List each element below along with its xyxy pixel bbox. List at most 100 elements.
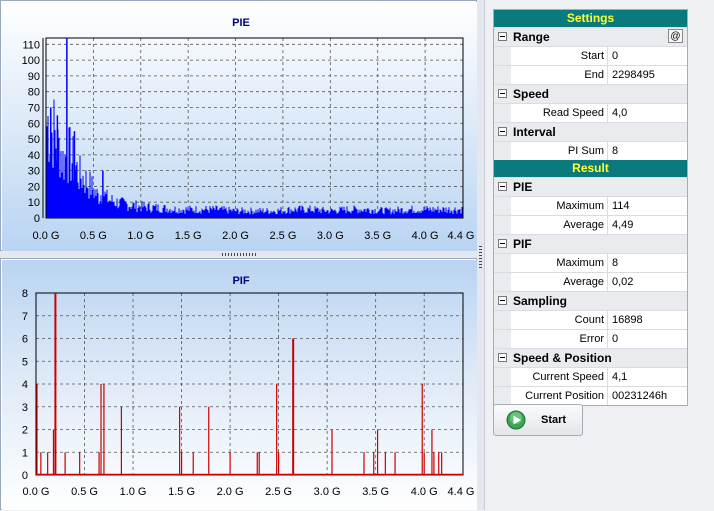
pif-average-value: 0,02	[612, 276, 634, 288]
x-tick-label: 1.0 G	[120, 486, 147, 498]
current-position-label: Current Position	[511, 387, 608, 405]
vertical-splitter[interactable]	[477, 0, 484, 510]
y-tick-label: 0	[34, 213, 40, 225]
count-row: Count 16898	[494, 310, 687, 329]
current-position-row: Current Position 00231246h	[494, 386, 687, 405]
x-tick-label: 2.5 G	[269, 230, 296, 242]
collapse-icon[interactable]	[498, 296, 507, 305]
x-tick-label: 3.5 G	[364, 230, 391, 242]
y-tick-label: 80	[28, 87, 40, 99]
end-label: End	[511, 66, 608, 84]
x-tick-label: 2.5 G	[265, 486, 292, 498]
y-tick-label: 40	[28, 150, 40, 162]
speed-position-label: Speed & Position	[513, 351, 612, 365]
y-tick-label: 4	[22, 379, 28, 391]
x-tick-label: 3.0 G	[317, 230, 344, 242]
range-category[interactable]: Range @	[494, 27, 687, 46]
current-position-value: 00231246h	[612, 390, 668, 402]
pif-chart: PIF 0 1 2 3 4 5 6 7 8 0.0 G 0.5 G 1.0 G 1.5 G 2.0 G 2…	[2, 260, 477, 510]
start-button-label: Start	[541, 414, 567, 426]
read-speed-label: Read Speed	[511, 104, 608, 122]
end-row: End 2298495	[494, 65, 687, 84]
collapse-icon[interactable]	[498, 127, 507, 136]
x-tick-label: 3.0 G	[314, 486, 341, 498]
speed-category[interactable]: Speed	[494, 84, 687, 103]
collapse-icon[interactable]	[498, 32, 507, 41]
y-tick-label: 5	[22, 356, 28, 368]
collapse-icon[interactable]	[498, 182, 507, 191]
y-tick-label: 1	[22, 447, 28, 459]
pi-sum-value[interactable]: 8	[612, 142, 687, 160]
sampling-label: Sampling	[513, 294, 568, 308]
play-icon	[506, 410, 526, 430]
count-value: 16898	[612, 314, 643, 326]
right-panel: Settings Range @ Start 0 End 2298495 Spe…	[484, 0, 714, 510]
error-row: Error 0	[494, 329, 687, 348]
y-tick-label: 2	[22, 425, 28, 437]
y-tick-label: 100	[22, 55, 40, 67]
x-tick-label: 4.4 G	[448, 230, 475, 242]
end-value[interactable]: 2298495	[612, 66, 687, 84]
x-tick-label: 0.0 G	[23, 486, 50, 498]
pif-maximum-label: Maximum	[511, 254, 608, 272]
pie-category[interactable]: PIE	[494, 177, 687, 196]
y-tick-label: 0	[22, 470, 28, 482]
y-tick-label: 70	[28, 102, 40, 114]
pif-average-row: Average 0,02	[494, 272, 687, 291]
result-header: Result	[494, 160, 687, 177]
current-speed-value: 4,1	[612, 371, 628, 383]
splitter-grip-icon	[222, 253, 256, 256]
y-tick-label: 60	[28, 118, 40, 130]
x-tick-label: 2.0 G	[222, 230, 249, 242]
pie-average-row: Average 4,49	[494, 215, 687, 234]
pie-maximum-row: Maximum 114	[494, 196, 687, 215]
pie-chart: PIE 0 10 20 30 40 50 60 70 80 90 100 110 0.0 G 0.5 G…	[2, 2, 477, 251]
x-tick-label: 1.5 G	[175, 230, 202, 242]
y-tick-label: 3	[22, 402, 28, 414]
y-tick-label: 30	[28, 166, 40, 178]
error-label: Error	[511, 330, 608, 348]
y-tick-label: 110	[22, 39, 40, 51]
start-label: Start	[511, 47, 608, 65]
pie-maximum-label: Maximum	[511, 197, 608, 215]
start-value[interactable]: 0	[612, 47, 687, 65]
y-tick-label: 6	[22, 334, 28, 346]
settings-header: Settings	[494, 10, 687, 27]
pif-average-label: Average	[511, 273, 608, 291]
x-tick-label: 0.5 G	[80, 230, 107, 242]
pie-maximum-value: 114	[612, 200, 630, 212]
pif-maximum-value: 8	[612, 257, 619, 269]
collapse-icon[interactable]	[498, 89, 507, 98]
pif-label: PIF	[513, 237, 532, 251]
x-tick-label: 2.0 G	[217, 486, 244, 498]
x-tick-label: 4.0 G	[411, 486, 438, 498]
x-tick-label: 1.5 G	[168, 486, 195, 498]
pif-maximum-row: Maximum 8	[494, 253, 687, 272]
x-tick-label: 1.0 G	[127, 230, 154, 242]
count-label: Count	[511, 311, 608, 329]
speed-position-category[interactable]: Speed & Position	[494, 348, 687, 367]
pi-sum-label: PI Sum	[511, 142, 608, 160]
x-tick-label: 0.5 G	[71, 486, 98, 498]
interval-category[interactable]: Interval	[494, 122, 687, 141]
y-tick-label: 20	[28, 181, 40, 193]
x-tick-label: 3.5 G	[362, 486, 389, 498]
x-tick-label: 4.4 G	[448, 486, 475, 498]
start-button[interactable]: Start	[493, 404, 583, 436]
pif-chart-title: PIF	[232, 275, 249, 287]
pif-chart-pane: PIF 0 1 2 3 4 5 6 7 8 0.0 G 0.5 G 1.0 G 1.5 G 2.0 G 2…	[0, 258, 477, 510]
horizontal-splitter[interactable]	[0, 251, 477, 258]
start-row: Start 0	[494, 46, 687, 65]
collapse-icon[interactable]	[498, 353, 507, 362]
error-value: 0	[612, 333, 619, 345]
y-tick-label: 10	[28, 197, 40, 209]
pie-label: PIE	[513, 180, 533, 194]
sampling-category[interactable]: Sampling	[494, 291, 687, 310]
current-speed-label: Current Speed	[511, 368, 608, 386]
pif-category[interactable]: PIF	[494, 234, 687, 253]
pi-sum-row: PI Sum 8	[494, 141, 687, 160]
read-speed-value[interactable]: 4,0	[612, 104, 687, 122]
range-at-button[interactable]: @	[668, 29, 683, 43]
collapse-icon[interactable]	[498, 239, 507, 248]
property-grid: Settings Range @ Start 0 End 2298495 Spe…	[493, 9, 688, 406]
